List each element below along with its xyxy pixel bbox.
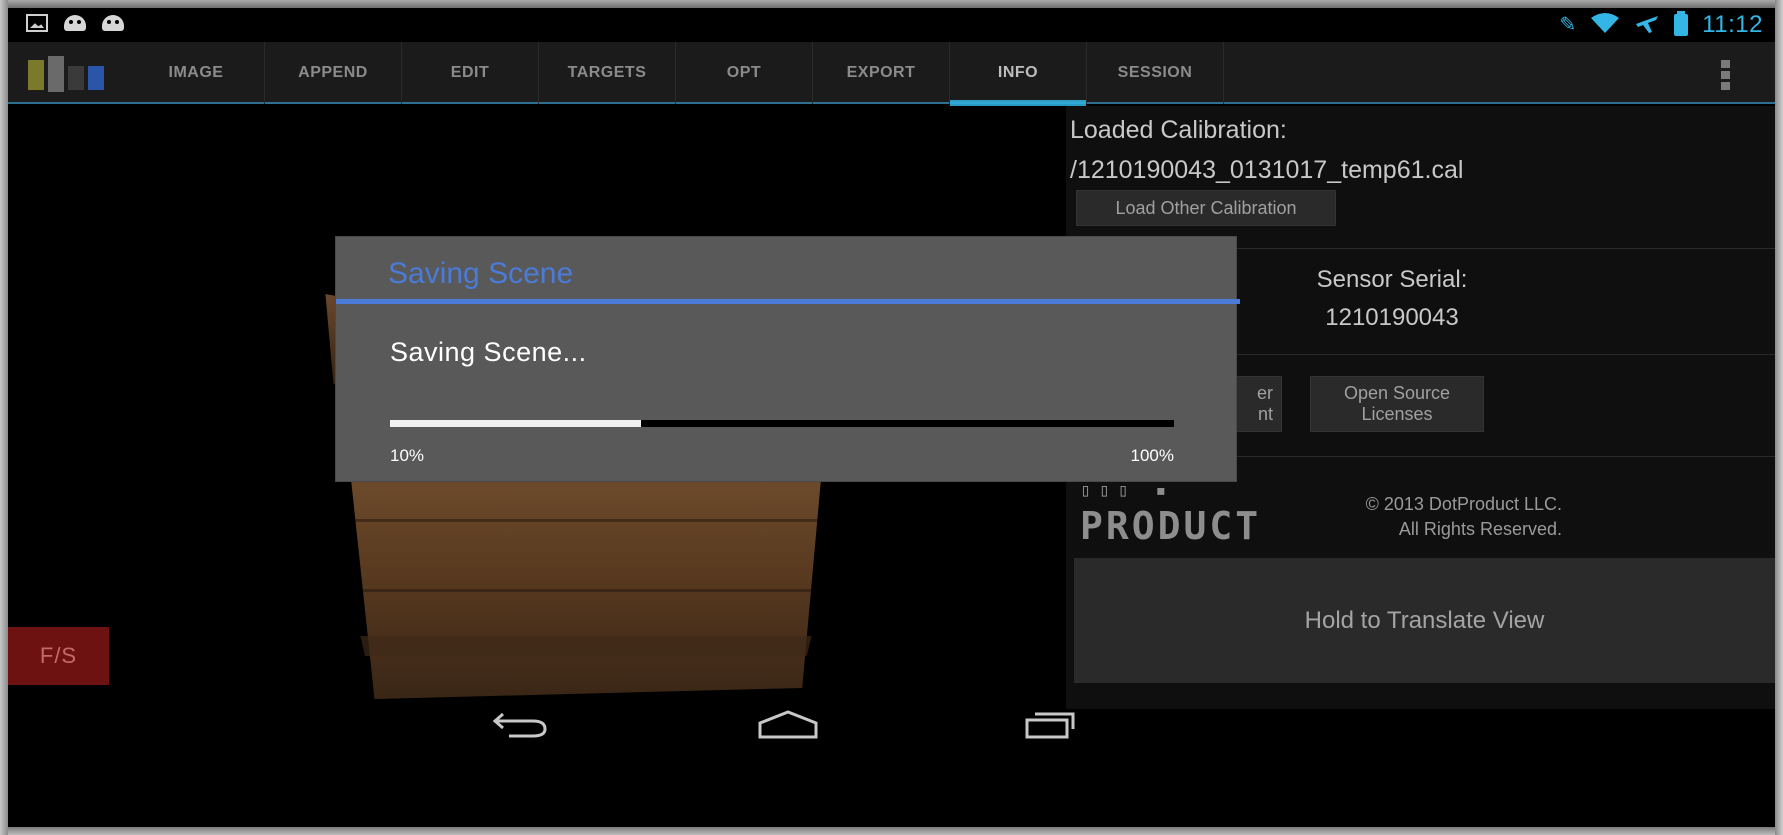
open-source-licenses-button[interactable]: Open Source Licenses xyxy=(1310,376,1484,432)
tab-strip: IMAGE APPEND EDIT TARGETS OPT EXPORT INF… xyxy=(128,42,1224,106)
sensor-serial-value: 1210190043 xyxy=(1325,304,1459,331)
save-progress-bar xyxy=(390,420,1174,427)
device-frame: ✎ 11:12 IMAGE APPEND EDIT TARGETS OPT EX… xyxy=(0,0,1783,835)
copyright-line2: All Rights Reserved. xyxy=(1398,519,1562,540)
user-agreement-line2: nt xyxy=(1257,404,1273,424)
navigation-bar xyxy=(8,709,1775,827)
tab-export[interactable]: EXPORT xyxy=(813,42,950,104)
dialog-title-divider xyxy=(336,299,1240,304)
dialog-title: Saving Scene xyxy=(388,257,574,290)
tab-session[interactable]: SESSION xyxy=(1087,42,1224,104)
loaded-calibration-label: Loaded Calibration: xyxy=(1070,116,1287,144)
scanned-object-shadow xyxy=(360,636,812,656)
recent-apps-icon[interactable] xyxy=(1023,709,1083,769)
status-bar: ✎ 11:12 xyxy=(8,8,1775,42)
dotproduct-logo: PRODUCT xyxy=(1080,504,1262,548)
app-logo-icon[interactable] xyxy=(22,52,118,96)
dialog-message: Saving Scene... xyxy=(390,337,587,367)
frame-edge-right xyxy=(1775,0,1783,835)
tab-image[interactable]: IMAGE xyxy=(128,42,265,104)
user-agreement-line1: er xyxy=(1256,383,1273,404)
frame-edge-top xyxy=(0,0,1783,8)
sensor-serial-label: Sensor Serial: xyxy=(1316,266,1468,293)
copyright-text: © 2013 DotProduct LLC. All Rights Reserv… xyxy=(1302,492,1562,542)
frame-edge-left xyxy=(0,0,8,835)
tab-edit[interactable]: EDIT xyxy=(402,42,539,104)
wifi-icon xyxy=(1590,12,1620,39)
overflow-menu-icon[interactable] xyxy=(1721,60,1731,90)
image-notification-icon xyxy=(26,14,48,32)
tab-append[interactable]: APPEND xyxy=(265,42,402,104)
tab-opt[interactable]: OPT xyxy=(676,42,813,104)
back-icon[interactable] xyxy=(491,709,551,769)
notification-icons xyxy=(26,14,124,32)
action-bar: IMAGE APPEND EDIT TARGETS OPT EXPORT INF… xyxy=(8,42,1775,106)
mute-icon: ✎ xyxy=(1559,14,1577,36)
licenses-line1: Open Source xyxy=(1343,383,1451,404)
scanned-wooden-box xyxy=(351,479,821,699)
android-notification-icon xyxy=(102,15,124,31)
system-icons: ✎ 11:12 xyxy=(1559,11,1763,39)
battery-icon xyxy=(1674,11,1689,36)
tab-targets[interactable]: TARGETS xyxy=(539,42,676,104)
dotproduct-logo-mark: ▯▯▯ ▪ xyxy=(1080,480,1175,501)
progress-max-label: 100% xyxy=(1130,446,1174,465)
tab-info[interactable]: INFO xyxy=(950,42,1087,106)
fullscreen-button[interactable]: F/S xyxy=(8,627,109,685)
licenses-line2: Licenses xyxy=(1361,404,1433,424)
copyright-line1: © 2013 DotProduct LLC. xyxy=(1365,494,1562,514)
hold-to-translate-button[interactable]: Hold to Translate View xyxy=(1074,558,1775,683)
device-screen: ✎ 11:12 IMAGE APPEND EDIT TARGETS OPT EX… xyxy=(8,8,1775,827)
airplane-icon xyxy=(1634,12,1660,39)
android-notification-icon xyxy=(64,15,86,31)
save-progress-fill xyxy=(390,420,641,427)
calibration-file-path: /1210190043_0131017_temp61.cal xyxy=(1070,156,1464,184)
load-other-calibration-button[interactable]: Load Other Calibration xyxy=(1076,190,1336,226)
clock: 11:12 xyxy=(1702,11,1763,38)
progress-min-label: 10% xyxy=(390,446,425,465)
saving-scene-dialog: Saving Scene Saving Scene... 10% 100% xyxy=(336,237,1240,481)
home-icon[interactable] xyxy=(758,709,818,769)
frame-edge-bottom xyxy=(0,827,1783,835)
